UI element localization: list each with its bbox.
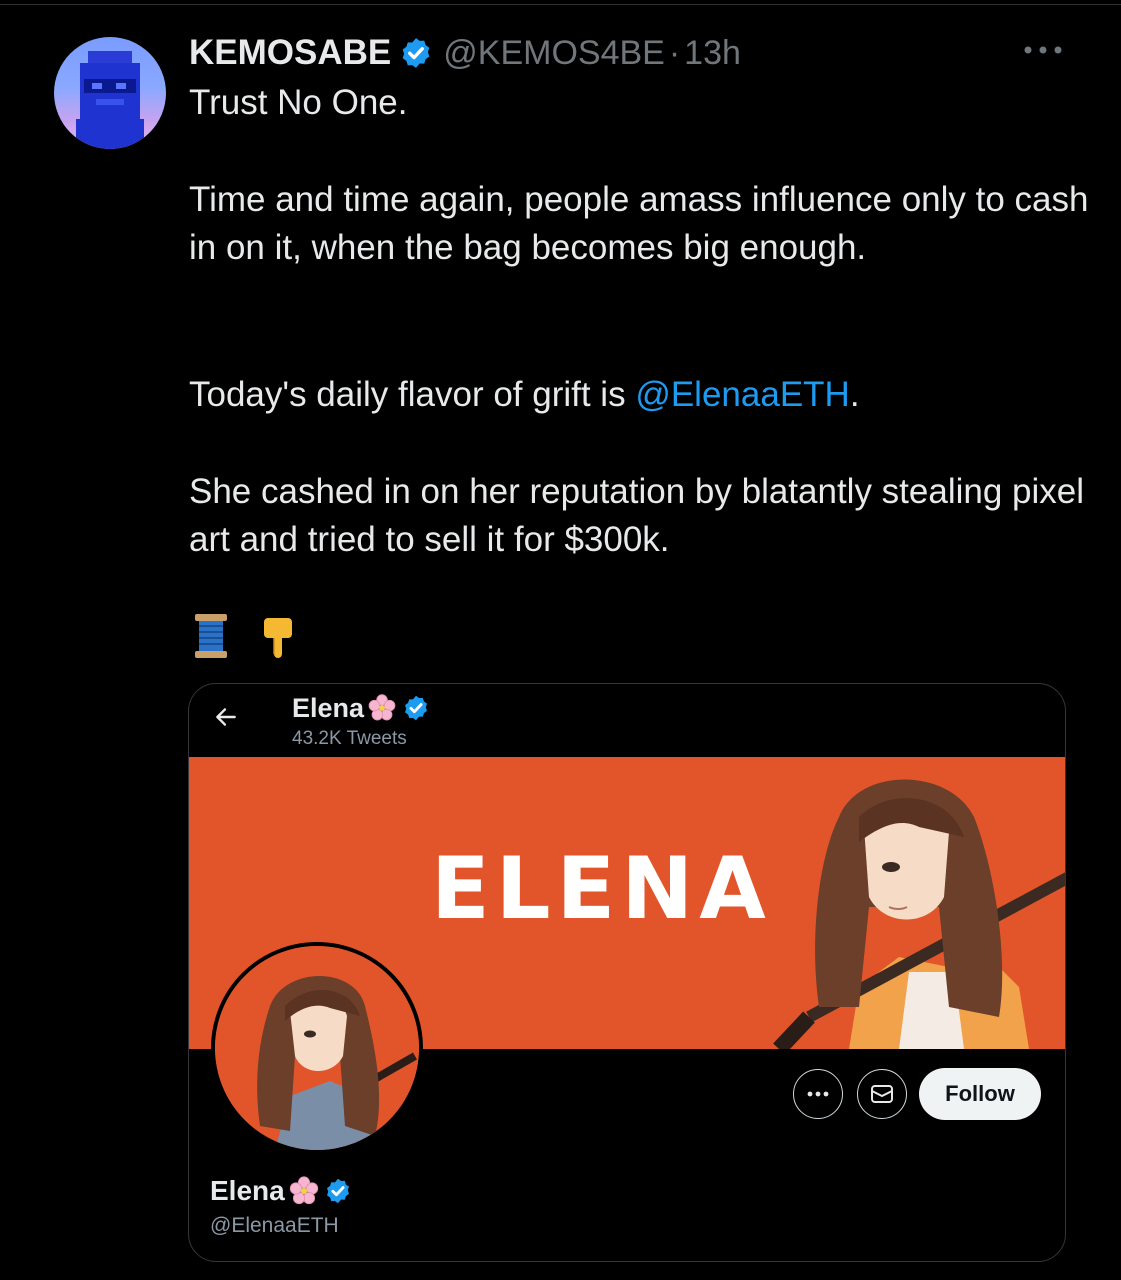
- embedded-image-card[interactable]: Elena 43.2K Tweets ELENA Follow Elena @E…: [188, 683, 1066, 1262]
- tweet-header: KEMOSABE @KEMOS4BE · 13h: [189, 28, 741, 78]
- tweet-paragraph: Trust No One.: [189, 83, 408, 122]
- message-icon: [871, 1085, 893, 1103]
- verified-badge-icon: [405, 695, 428, 721]
- follow-button[interactable]: Follow: [919, 1068, 1041, 1120]
- mention-link[interactable]: @ElenaaETH: [635, 375, 850, 414]
- banner-illustration: [773, 779, 1065, 1049]
- message-button[interactable]: [857, 1069, 907, 1119]
- top-divider: [0, 4, 1121, 5]
- text-segment: .: [849, 375, 860, 414]
- tweet-paragraph-2: Time and time again, people amass influe…: [189, 176, 1089, 272]
- tweet-paragraph: Time and time again, people amass influe…: [189, 180, 1089, 267]
- cherry-blossom-icon: [289, 1176, 318, 1205]
- pointing-down-icon: [264, 618, 292, 658]
- tweet-line-1: Trust No One.: [189, 79, 1089, 127]
- more-options-icon[interactable]: [1022, 40, 1064, 60]
- emoji-row: [192, 612, 298, 660]
- author-name[interactable]: KEMOSABE: [189, 33, 391, 73]
- separator-dot: ·: [668, 33, 681, 72]
- cherry-blossom-icon: [368, 694, 396, 721]
- thread-spool-icon: [195, 614, 227, 658]
- profile-avatar[interactable]: [211, 942, 423, 1154]
- tweet-count: 43.2K Tweets: [292, 728, 407, 749]
- tweet-time[interactable]: 13h: [684, 34, 741, 73]
- more-icon: [807, 1091, 829, 1097]
- text-segment: Today's daily flavor of grift is: [189, 375, 636, 414]
- author-avatar[interactable]: [54, 37, 166, 149]
- profile-name-text: Elena: [210, 1175, 285, 1206]
- verified-badge-icon: [326, 1178, 349, 1204]
- verified-badge-icon: [402, 38, 430, 68]
- more-button[interactable]: [793, 1069, 843, 1119]
- banner-title: ELENA: [431, 839, 772, 939]
- tweet-paragraph-3: Today's daily flavor of grift is @Elenaa…: [189, 371, 1089, 419]
- profile-handle: @ElenaaETH: [210, 1214, 339, 1237]
- tweet-paragraph: She cashed in on her reputation by blata…: [189, 472, 1085, 559]
- back-arrow-icon[interactable]: [213, 704, 239, 730]
- author-handle[interactable]: @KEMOS4BE: [443, 34, 665, 73]
- card-header-name-text: Elena: [292, 692, 365, 723]
- tweet-paragraph: Today's daily flavor of grift is @Elenaa…: [189, 371, 1089, 419]
- profile-name: Elena: [210, 1174, 352, 1208]
- card-header-name: Elena: [292, 692, 430, 724]
- tweet-paragraph-4: She cashed in on her reputation by blata…: [189, 468, 1089, 564]
